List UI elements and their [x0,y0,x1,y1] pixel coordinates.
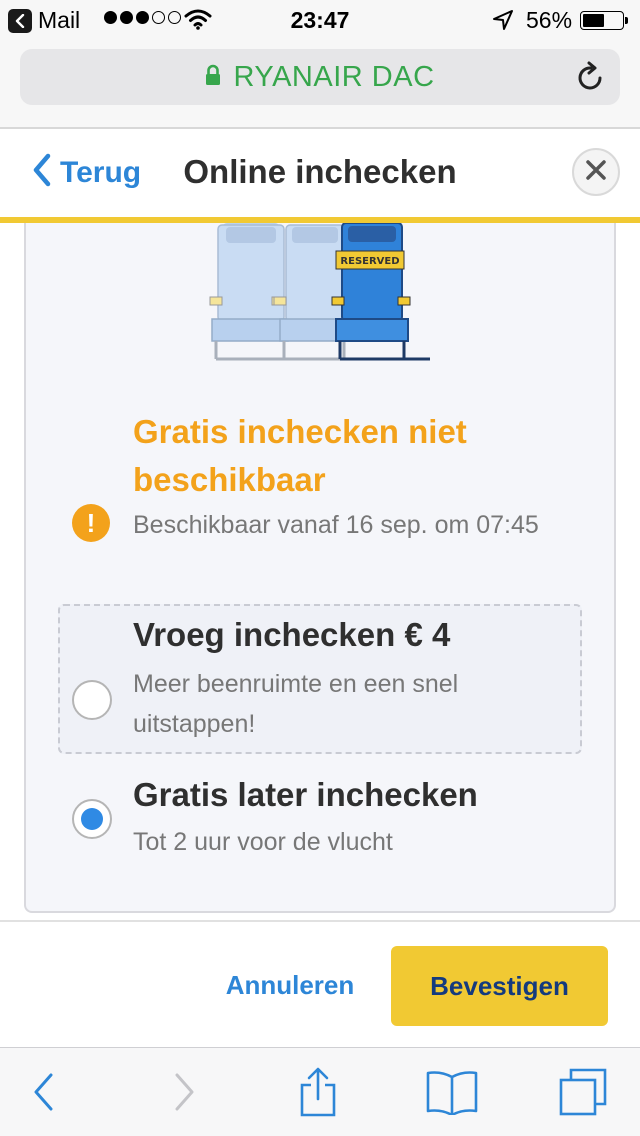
site-name: RYANAIR DAC [233,61,435,93]
reserved-badge-text: RESERVED [340,256,399,267]
status-bar: Mail 23:47 56% [0,0,640,40]
notice-description: Beschikbaar vanaf 16 sep. om 07:45 [133,511,539,539]
reload-icon[interactable] [576,61,606,98]
url-bar[interactable]: RYANAIR DAC [20,49,620,105]
seats-illustration: RESERVED [208,222,436,365]
lock-icon [205,64,221,91]
modal-header: Terug Online inchecken [0,129,640,217]
option-early-checkin-title: Vroeg inchecken € 4 [133,616,451,653]
battery-fill [583,14,604,27]
close-icon [585,159,607,186]
radio-early-checkin[interactable] [72,680,112,720]
cancel-button[interactable]: Annuleren [214,946,366,1024]
option-free-later-checkin-description: Tot 2 uur voor de vlucht [133,828,393,856]
location-arrow-icon [492,9,514,36]
tabs-icon[interactable] [556,1068,610,1116]
confirm-button[interactable]: Bevestigen [391,946,608,1026]
back-icon[interactable] [24,1068,64,1116]
bookmarks-icon[interactable] [424,1068,480,1116]
forward-icon[interactable] [164,1068,204,1116]
share-icon[interactable] [296,1067,340,1117]
notice-title: Gratis inchecken niet beschikbaar [133,413,467,498]
battery-icon [580,11,628,30]
close-button[interactable] [572,148,620,196]
modal-title: Online inchecken [183,153,457,190]
battery-percent: 56% [526,7,573,33]
browser-toolbar [0,1047,640,1136]
radio-free-later-checkin[interactable] [72,799,112,839]
option-free-later-checkin-title[interactable]: Gratis later inchecken [133,776,478,814]
option-early-checkin-description: Meer beenruimte en een snel uitstappen! [133,670,459,738]
warning-icon: ! [72,504,110,542]
